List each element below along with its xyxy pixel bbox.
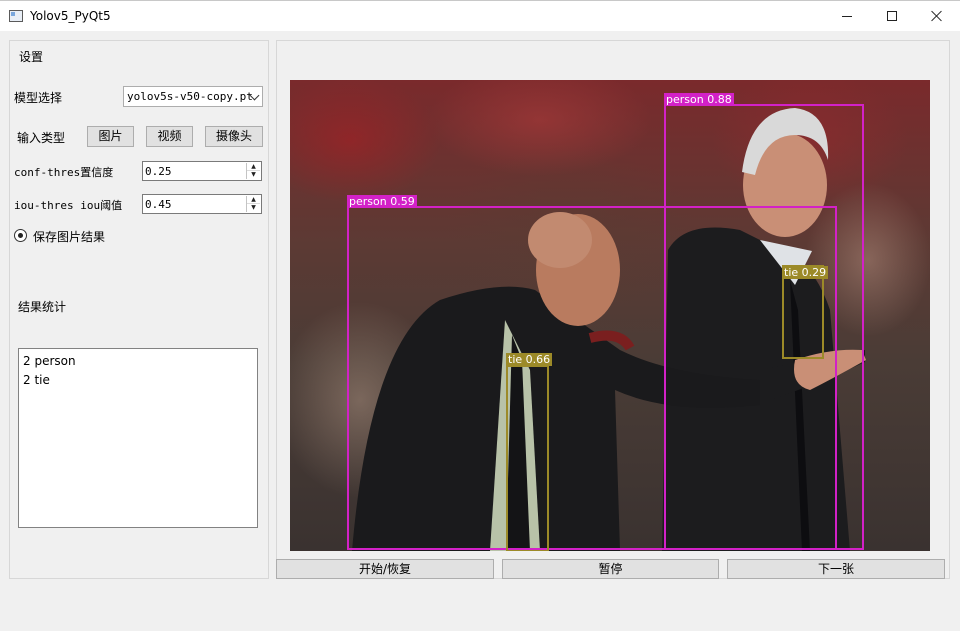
iou-thres-spinbox[interactable]: 0.45 ▲ ▼ — [142, 194, 262, 214]
maximize-icon — [887, 11, 897, 21]
model-select-label: 模型选择 — [14, 91, 63, 105]
conf-thres-label: conf-thres置信度 — [14, 166, 114, 179]
title-bar: Yolov5_PyQt5 — [0, 0, 960, 31]
person-box — [347, 206, 837, 550]
conf-thres-spinbox[interactable]: 0.25 ▲ ▼ — [142, 161, 262, 181]
detection-image: person 0.88 person 0.59 tie 0.29 tie 0.6… — [290, 80, 930, 551]
camera-input-button[interactable]: 摄像头 — [205, 126, 263, 147]
minimize-button[interactable] — [824, 1, 870, 32]
step-down-icon[interactable]: ▼ — [247, 171, 260, 179]
settings-group-title: 设置 — [19, 50, 44, 64]
model-select[interactable]: yolov5s-v50-copy.pt — [123, 86, 263, 107]
tie-box — [782, 265, 824, 359]
conf-thres-value: 0.25 — [145, 165, 172, 178]
results-group-title: 结果统计 — [18, 300, 67, 314]
detection-label: person 0.59 — [347, 195, 417, 208]
app-icon — [9, 10, 23, 22]
detection-label: tie 0.29 — [782, 266, 829, 279]
person-box — [664, 104, 864, 550]
detection-label: tie 0.66 — [506, 353, 553, 366]
step-up-icon[interactable]: ▲ — [247, 163, 260, 171]
next-button[interactable]: 下一张 — [727, 559, 945, 579]
detection-boxes — [347, 104, 864, 551]
close-icon — [931, 10, 943, 22]
window-title: Yolov5_PyQt5 — [30, 9, 111, 23]
close-button[interactable] — [914, 1, 960, 32]
iou-thres-label: iou-thres iou阈值 — [14, 199, 123, 212]
video-input-button[interactable]: 视频 — [146, 126, 193, 147]
save-results-label: 保存图片结果 — [33, 230, 106, 244]
list-item: 2 tie — [23, 373, 50, 387]
conf-thres-stepper: ▲ ▼ — [246, 163, 260, 179]
start-resume-button[interactable]: 开始/恢复 — [276, 559, 494, 579]
minimize-icon — [842, 15, 852, 17]
step-up-icon[interactable]: ▲ — [247, 196, 260, 204]
iou-thres-value: 0.45 — [145, 198, 172, 211]
iou-thres-stepper: ▲ ▼ — [246, 196, 260, 212]
results-list[interactable]: 2 person 2 tie — [18, 348, 258, 528]
input-type-label: 输入类型 — [17, 131, 66, 145]
detection-label: person 0.88 — [664, 93, 734, 106]
maximize-button[interactable] — [869, 1, 915, 32]
pause-button[interactable]: 暂停 — [502, 559, 719, 579]
step-down-icon[interactable]: ▼ — [247, 204, 260, 212]
model-select-value: yolov5s-v50-copy.pt — [127, 90, 253, 103]
save-results-radio[interactable] — [14, 229, 27, 242]
tie-box — [506, 365, 549, 551]
image-input-button[interactable]: 图片 — [87, 126, 134, 147]
list-item: 2 person — [23, 354, 76, 368]
